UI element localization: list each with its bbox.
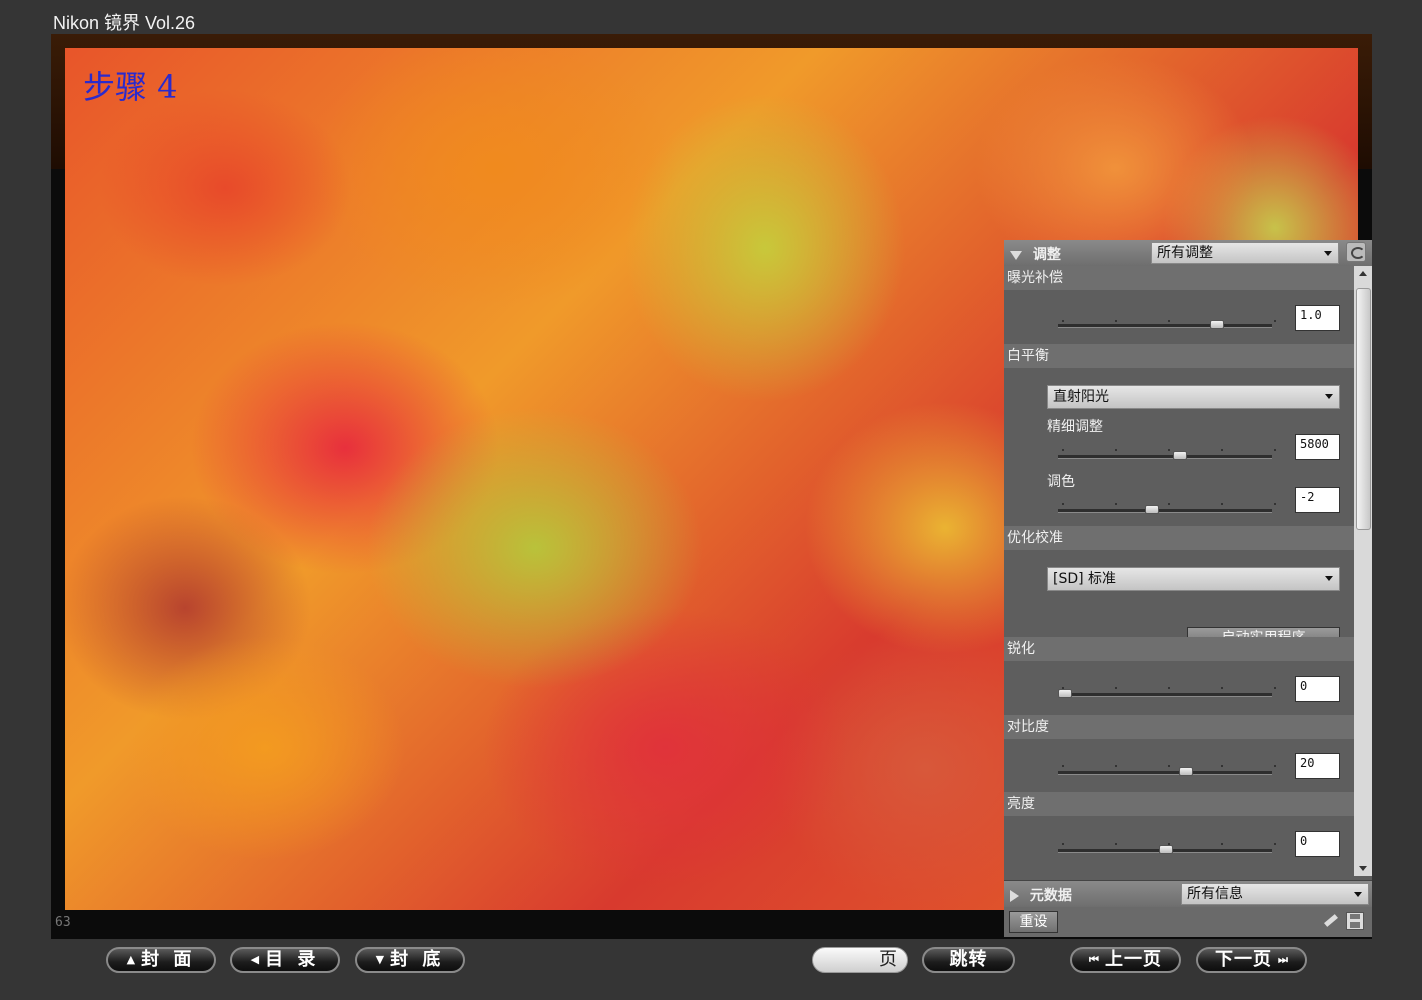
contrast-value-field[interactable]: 20 xyxy=(1295,753,1340,779)
fine-tune-slider[interactable] xyxy=(1058,455,1272,459)
chevron-down-icon xyxy=(1325,394,1333,399)
save-icon[interactable] xyxy=(1346,912,1364,930)
up-triangle-icon: ▲ xyxy=(126,953,136,966)
jump-button[interactable]: 跳转 xyxy=(922,947,1015,973)
adjust-panel-footer: 重设 xyxy=(1004,907,1372,937)
tint-slider-handle[interactable] xyxy=(1144,505,1159,514)
fine-tune-value-field[interactable]: 5800 xyxy=(1295,434,1340,460)
scrollbar-thumb[interactable] xyxy=(1356,288,1371,530)
fine-tune-slider-handle[interactable] xyxy=(1173,451,1188,460)
skip-back-icon: ⏮ xyxy=(1089,953,1099,966)
white-balance-dropdown[interactable]: 直射阳光 xyxy=(1047,385,1340,409)
step-label: 步骤 4 xyxy=(83,68,178,106)
cover-button[interactable]: ▲ 封 面 xyxy=(106,947,216,973)
metadata-title: 元数据 xyxy=(1029,888,1072,904)
page-number-input[interactable]: 页 xyxy=(812,947,908,973)
contrast-slider-handle[interactable] xyxy=(1179,767,1194,776)
skip-forward-icon: ⏭ xyxy=(1278,953,1288,966)
adjust-panel-header[interactable]: 调整 所有调整 xyxy=(1004,240,1372,267)
sharpening-slider-handle[interactable] xyxy=(1058,689,1072,698)
adjust-panel: 调整 所有调整 曝光补偿 1.0 白平衡 直射阳光 精细调整 5800 调色 -… xyxy=(1004,240,1372,937)
tint-value-field[interactable]: -2 xyxy=(1295,487,1340,513)
sharpening-value-field[interactable]: 0 xyxy=(1295,676,1340,702)
chevron-down-icon xyxy=(1325,576,1333,581)
adjust-scroll-area: 曝光补偿 1.0 白平衡 直射阳光 精细调整 5800 调色 -2 优化校准 [… xyxy=(1004,266,1354,876)
adjust-filter-dropdown[interactable]: 所有调整 xyxy=(1151,242,1339,264)
scroll-up-arrow-icon[interactable] xyxy=(1359,271,1367,276)
chevron-down-icon xyxy=(1354,892,1362,897)
adjust-scrollbar[interactable] xyxy=(1354,266,1372,876)
app-title: Nikon 镜界 Vol.26 xyxy=(53,13,196,33)
brightness-slider-handle[interactable] xyxy=(1159,845,1173,854)
brightness-value-field[interactable]: 0 xyxy=(1295,831,1340,857)
adjust-panel-title: 调整 xyxy=(1032,247,1061,263)
fine-tune-label: 精细调整 xyxy=(1047,419,1103,435)
brightness-title: 亮度 xyxy=(1004,792,1354,816)
metadata-filter-dropdown[interactable]: 所有信息 xyxy=(1181,883,1369,905)
sharpening-title: 锐化 xyxy=(1004,637,1354,661)
scroll-down-arrow-icon[interactable] xyxy=(1359,866,1367,871)
chevron-down-icon xyxy=(1324,251,1332,256)
reset-button[interactable]: 重设 xyxy=(1009,911,1058,933)
picture-control-dropdown[interactable]: [SD] 标准 xyxy=(1047,567,1340,591)
edit-pencil-icon[interactable] xyxy=(1322,912,1340,930)
contrast-slider[interactable] xyxy=(1058,771,1272,775)
back-cover-button[interactable]: ▼ 封 底 xyxy=(355,947,465,973)
expand-triangle-icon[interactable] xyxy=(1010,890,1019,902)
prev-page-button[interactable]: ⏮ 上一页 xyxy=(1070,947,1181,973)
exposure-slider-handle[interactable] xyxy=(1209,320,1224,329)
left-triangle-icon: ◀ xyxy=(250,953,260,966)
collapse-triangle-icon[interactable] xyxy=(1010,250,1022,260)
metadata-header[interactable]: 元数据 所有信息 xyxy=(1004,880,1372,907)
next-page-button[interactable]: 下一页 ⏭ xyxy=(1196,947,1307,973)
contents-button[interactable]: ◀ 目 录 xyxy=(230,947,340,973)
tint-label: 调色 xyxy=(1047,474,1075,490)
picture-control-title: 优化校准 xyxy=(1004,526,1354,550)
exposure-title: 曝光补偿 xyxy=(1004,266,1354,290)
reset-rotate-icon[interactable] xyxy=(1346,242,1366,262)
page-suffix-label: 页 xyxy=(879,949,897,970)
sharpening-slider[interactable] xyxy=(1058,693,1272,697)
white-balance-title: 白平衡 xyxy=(1004,344,1354,368)
page-number: 63 xyxy=(55,915,71,930)
contrast-title: 对比度 xyxy=(1004,715,1354,739)
tint-slider[interactable] xyxy=(1058,509,1272,513)
down-triangle-icon: ▼ xyxy=(375,953,385,966)
exposure-value-field[interactable]: 1.0 xyxy=(1295,305,1340,331)
exposure-slider[interactable] xyxy=(1058,324,1272,328)
